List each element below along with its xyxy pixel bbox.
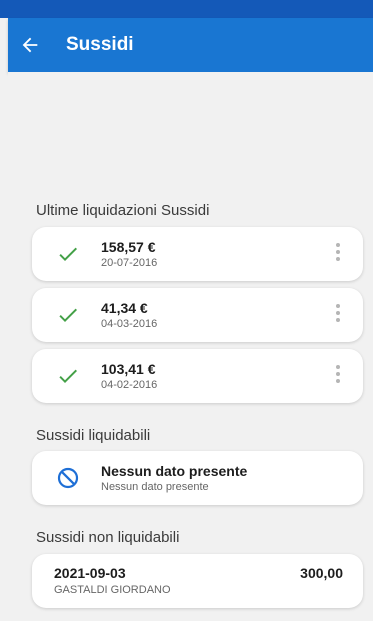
liquidazione-amount: 158,57 € xyxy=(101,239,156,255)
sussidio-date: 2021-09-03 xyxy=(54,565,126,581)
liquidazione-date: 04-03-2016 xyxy=(101,318,158,330)
empty-state-card: Nessun dato presente Nessun dato present… xyxy=(32,451,363,505)
liquidazione-card[interactable]: 158,57 € 20-07-2016 xyxy=(32,227,363,281)
liquidazione-card[interactable]: 103,41 € 04-02-2016 xyxy=(32,349,363,403)
sussidio-name: GASTALDI GIORDANO xyxy=(54,584,171,596)
check-icon xyxy=(59,247,77,261)
arrow-left-icon xyxy=(22,37,38,53)
back-button[interactable] xyxy=(10,18,50,72)
main-content[interactable]: Ultime liquidazioni Sussidi 158,57 € 20-… xyxy=(8,72,373,621)
more-vert-icon[interactable] xyxy=(333,365,343,387)
status-bar xyxy=(0,0,373,18)
empty-state-subtitle: Nessun dato presente xyxy=(101,481,209,493)
check-icon xyxy=(59,369,77,383)
check-icon xyxy=(59,308,77,322)
liquidazione-amount: 41,34 € xyxy=(101,300,148,316)
section-title-ultime-liquidazioni: Ultime liquidazioni Sussidi xyxy=(36,202,210,219)
section-title-sussidi-liquidabili: Sussidi liquidabili xyxy=(36,427,151,444)
block-icon xyxy=(57,467,79,489)
app-bar: Sussidi xyxy=(8,18,373,72)
liquidazione-amount: 103,41 € xyxy=(101,361,156,377)
page-title: Sussidi xyxy=(66,34,134,55)
more-vert-icon[interactable] xyxy=(333,243,343,265)
liquidazione-card[interactable]: 41,34 € 04-03-2016 xyxy=(32,288,363,342)
liquidazione-date: 04-02-2016 xyxy=(101,379,158,391)
section-title-sussidi-non-liquidabili: Sussidi non liquidabili xyxy=(36,529,180,546)
sussidio-value: 300,00 xyxy=(300,565,343,581)
more-vert-icon[interactable] xyxy=(333,304,343,326)
liquidazione-date: 20-07-2016 xyxy=(101,257,158,269)
sussidio-card[interactable]: 2021-09-03 GASTALDI GIORDANO 300,00 xyxy=(32,554,363,608)
empty-state-title: Nessun dato presente xyxy=(101,463,248,479)
